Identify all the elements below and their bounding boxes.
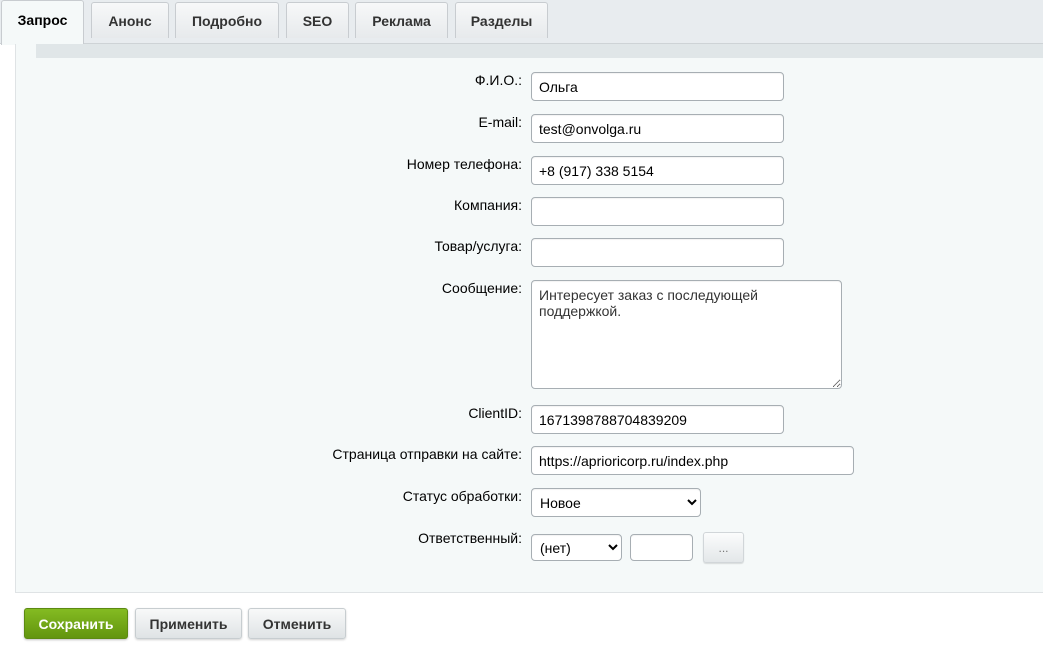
panel-header-strip xyxy=(36,44,1043,58)
tab-sections[interactable]: Разделы xyxy=(455,2,548,38)
cancel-button[interactable]: Отменить xyxy=(248,608,346,639)
responsible-label: Ответственный: xyxy=(418,530,522,546)
responsible-select[interactable]: (нет) xyxy=(531,534,622,561)
status-select[interactable]: Новое xyxy=(531,488,701,517)
status-label: Статус обработки: xyxy=(402,488,522,504)
email-input[interactable] xyxy=(531,114,784,143)
product-label: Товар/услуга: xyxy=(434,238,522,254)
fio-label: Ф.И.О.: xyxy=(474,72,522,88)
client-id-label: ClientID: xyxy=(468,405,522,421)
client-id-input[interactable] xyxy=(531,405,784,434)
phone-input[interactable] xyxy=(531,156,784,185)
save-button[interactable]: Сохранить xyxy=(24,608,128,639)
tab-bar: Запрос Анонс Подробно SEO Реклама Раздел… xyxy=(0,0,1043,45)
tab-request[interactable]: Запрос xyxy=(1,0,84,45)
phone-label: Номер телефона: xyxy=(406,156,522,172)
tab-seo[interactable]: SEO xyxy=(286,2,349,38)
responsible-browse-button[interactable]: ... xyxy=(703,532,744,563)
message-label: Сообщение: xyxy=(441,280,522,296)
page-url-input[interactable] xyxy=(531,446,854,475)
product-input[interactable] xyxy=(531,238,784,267)
tab-details[interactable]: Подробно xyxy=(175,2,279,38)
message-textarea[interactable]: Интересует заказ с последующей поддержко… xyxy=(531,280,842,389)
apply-button[interactable]: Применить xyxy=(135,608,242,639)
form-panel xyxy=(15,44,1043,593)
company-label: Компания: xyxy=(454,197,522,213)
page-url-label: Страница отправки на сайте: xyxy=(332,446,522,462)
tab-advertising[interactable]: Реклама xyxy=(355,2,448,38)
email-label: E-mail: xyxy=(478,114,522,130)
tab-announce[interactable]: Анонс xyxy=(91,2,169,38)
responsible-id-input[interactable] xyxy=(630,534,693,561)
company-input[interactable] xyxy=(531,197,784,226)
fio-input[interactable] xyxy=(531,72,784,101)
